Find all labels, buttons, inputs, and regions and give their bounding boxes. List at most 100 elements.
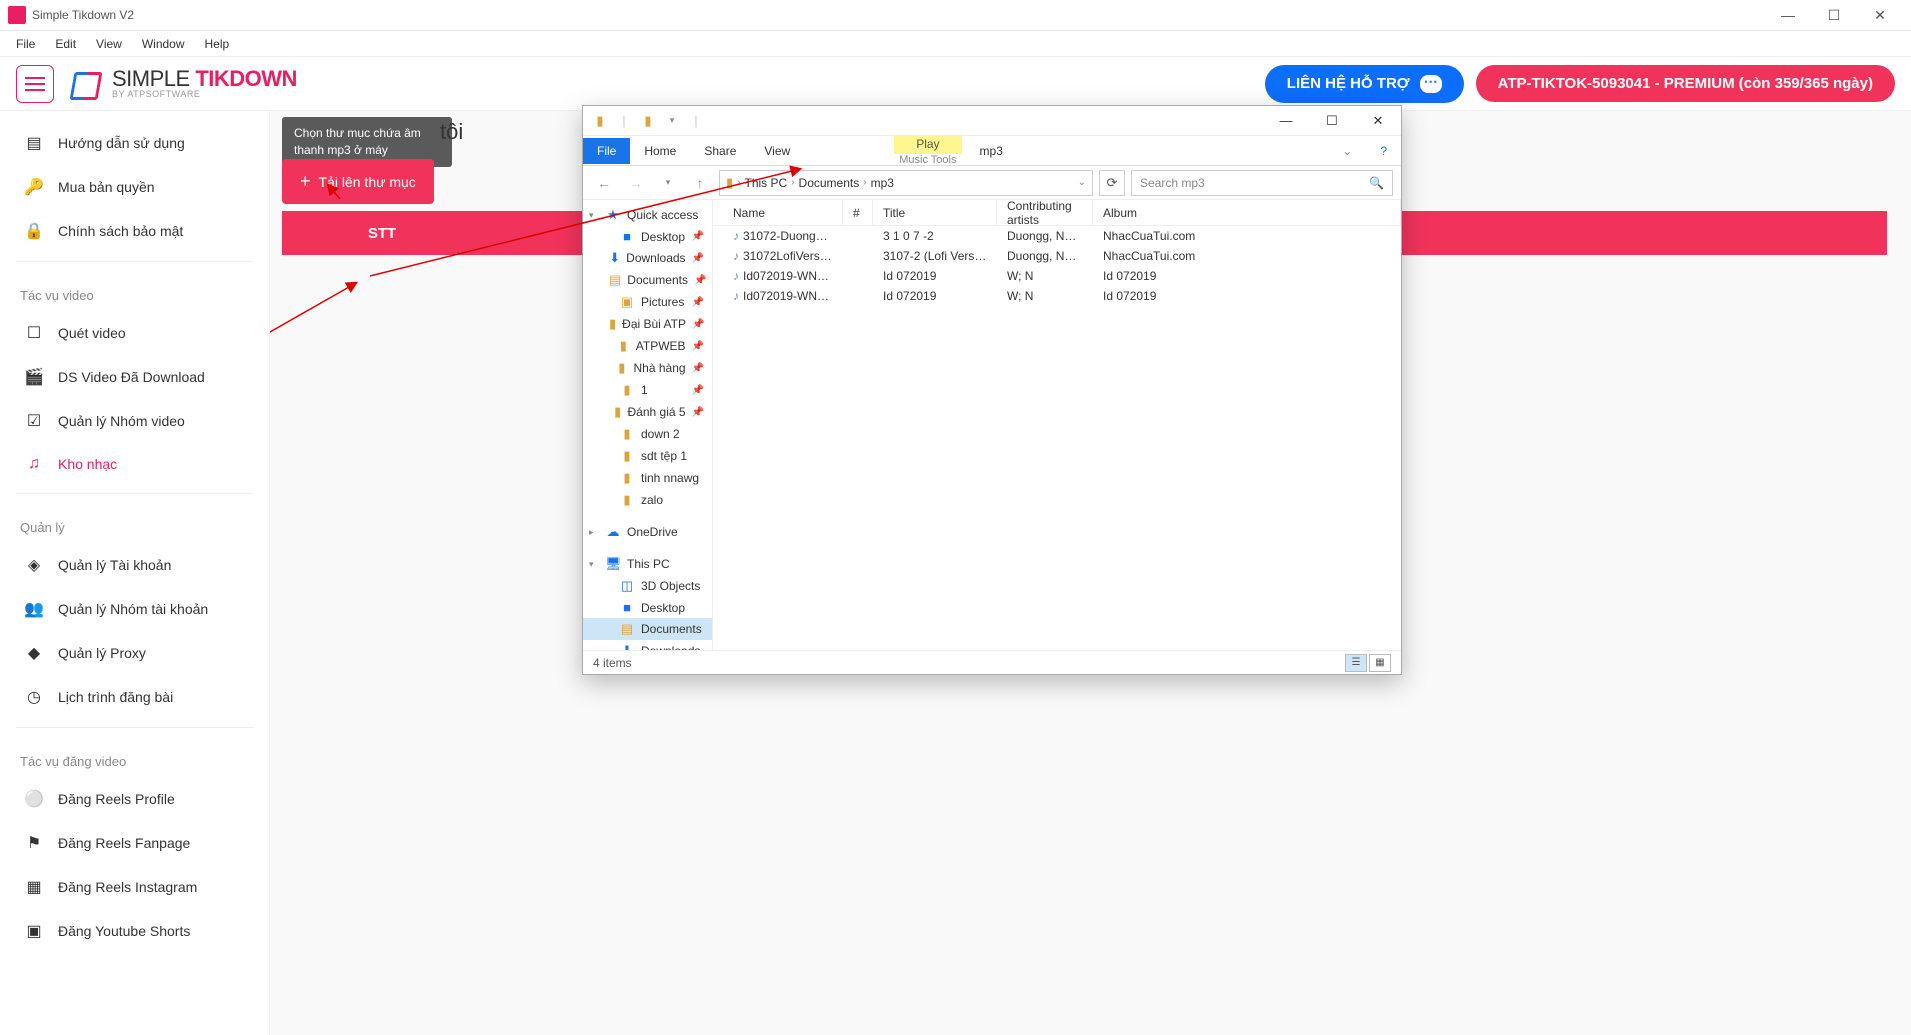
top-header: SIMPLE TIKDOWN BY ATPSOFTWARE LIÊN HỆ HỖ…: [0, 57, 1911, 111]
col-artist[interactable]: Contributing artists: [997, 200, 1093, 225]
sidebar-item-icon: ☐: [24, 323, 44, 343]
tree-item[interactable]: ◫3D Objects: [583, 575, 712, 597]
nav-recent-dropdown[interactable]: ▾: [655, 170, 681, 196]
col-title[interactable]: Title: [873, 200, 997, 225]
tree-item[interactable]: ▮ATPWEB📌: [583, 335, 712, 357]
view-details-button[interactable]: ☰: [1345, 654, 1367, 672]
menu-edit[interactable]: Edit: [47, 35, 84, 53]
ribbon-music-tools-label: Music Tools: [899, 154, 956, 166]
tree-item[interactable]: ▮sdt tệp 1: [583, 445, 712, 467]
sidebar-item[interactable]: ◈Quản lý Tài khoản: [0, 543, 269, 587]
refresh-button[interactable]: ⟳: [1099, 170, 1125, 196]
tree-item[interactable]: ▣Pictures📌: [583, 291, 712, 313]
tree-item[interactable]: ▮Đại Bùi ATP📌: [583, 313, 712, 335]
dialog-minimize-button[interactable]: —: [1263, 107, 1309, 135]
breadcrumb[interactable]: ▮› This PC› Documents› mp3 ⌄: [719, 170, 1093, 196]
tree-item[interactable]: ▮tinh nnawg: [583, 467, 712, 489]
tree-item-label: Documents: [641, 622, 702, 636]
tree-item[interactable]: ⬇Downloads: [583, 640, 712, 650]
tree-item[interactable]: ▤ Documents: [583, 618, 712, 640]
license-badge[interactable]: ATP-TIKTOK-5093041 - PREMIUM (còn 359/36…: [1476, 65, 1895, 102]
tree-item[interactable]: ▮Nhà hàng📌: [583, 357, 712, 379]
support-button[interactable]: LIÊN HỆ HỖ TRỢ: [1265, 65, 1464, 103]
sidebar-item[interactable]: ▤Hướng dẫn sử dụng: [0, 121, 269, 165]
minimize-button[interactable]: —: [1765, 0, 1811, 30]
tree-item[interactable]: ▤Documents📌: [583, 269, 712, 291]
sidebar-item[interactable]: ⚑Đăng Reels Fanpage: [0, 821, 269, 865]
tree-item[interactable]: ⬇Downloads📌: [583, 247, 712, 269]
file-row[interactable]: ♪31072-DuonggNau...3 1 0 7 -2Duongg, Nâu…: [713, 226, 1401, 246]
tree-item[interactable]: ▮zalo: [583, 489, 712, 511]
file-row[interactable]: ♪31072LofiVersion-D...3107-2 (Lofi Versi…: [713, 246, 1401, 266]
sidebar-item[interactable]: 🔑Mua bản quyền: [0, 165, 269, 209]
breadcrumb-mp3[interactable]: mp3: [871, 176, 894, 190]
sidebar-item[interactable]: ⚪Đăng Reels Profile: [0, 777, 269, 821]
tree-item[interactable]: ▸☁OneDrive: [583, 521, 712, 543]
folder-icon[interactable]: ▮: [589, 110, 611, 132]
tree-item[interactable]: ▾★Quick access: [583, 204, 712, 226]
nav-back-button[interactable]: ←: [591, 170, 617, 196]
tree-item[interactable]: ▮down 2: [583, 423, 712, 445]
tree-item[interactable]: ■Desktop: [583, 597, 712, 618]
col-name[interactable]: Name: [713, 200, 843, 225]
hamburger-menu-button[interactable]: [16, 65, 54, 103]
sidebar-item[interactable]: ◆Quản lý Proxy: [0, 631, 269, 675]
search-input[interactable]: Search mp3 🔍: [1131, 170, 1393, 196]
qat-folder-icon[interactable]: ▮: [637, 110, 659, 132]
tree-item[interactable]: ■Desktop📌: [583, 226, 712, 247]
tree-item[interactable]: ▮1📌: [583, 379, 712, 401]
folder-tree[interactable]: ▾★Quick access■Desktop📌⬇Downloads📌▤Docum…: [583, 200, 713, 650]
sidebar-item-icon: ⚪: [24, 789, 44, 809]
sidebar-item[interactable]: ☐Quét video: [0, 311, 269, 355]
col-album[interactable]: Album: [1093, 200, 1401, 225]
ribbon-music-tools[interactable]: Play Music Tools: [894, 135, 961, 166]
sidebar-item[interactable]: ☑Quản lý Nhóm video: [0, 399, 269, 443]
breadcrumb-dropdown-icon[interactable]: ⌄: [1078, 177, 1086, 188]
sidebar-item[interactable]: ◷Lịch trình đăng bài: [0, 675, 269, 719]
dialog-close-button[interactable]: ✕: [1355, 107, 1401, 135]
tree-folder-icon: ▤: [619, 621, 635, 637]
dialog-titlebar: ▮ | ▮ ▾ | — ☐ ✕: [583, 106, 1401, 136]
ribbon-help-icon[interactable]: ?: [1366, 138, 1401, 164]
sidebar-item[interactable]: 🎬DS Video Đã Download: [0, 355, 269, 399]
chat-icon: [1420, 75, 1442, 93]
col-number[interactable]: #: [843, 200, 873, 225]
tree-item-label: Nhà hàng: [634, 361, 686, 375]
nav-up-button[interactable]: ↑: [687, 170, 713, 196]
breadcrumb-documents[interactable]: Documents: [799, 176, 860, 190]
menu-view[interactable]: View: [88, 35, 130, 53]
maximize-button[interactable]: ☐: [1811, 0, 1857, 30]
sidebar-item[interactable]: ♫Kho nhạc: [0, 443, 269, 485]
tree-folder-icon: ▣: [619, 294, 635, 310]
dialog-maximize-button[interactable]: ☐: [1309, 107, 1355, 135]
breadcrumb-thispc[interactable]: This PC: [745, 176, 788, 190]
tree-item[interactable]: ▮Đánh giá 5📌: [583, 401, 712, 423]
menu-window[interactable]: Window: [134, 35, 193, 53]
qat-dropdown-icon[interactable]: ▾: [661, 110, 683, 132]
ribbon-tab-file[interactable]: File: [583, 138, 630, 164]
ribbon-tab-view[interactable]: View: [750, 138, 804, 164]
ribbon-tab-home[interactable]: Home: [630, 138, 690, 164]
file-row[interactable]: ♪Id072019-WN-1059...Id 072019W; NId 0720…: [713, 266, 1401, 286]
tree-item-label: Desktop: [641, 230, 685, 244]
nav-forward-button[interactable]: →: [623, 170, 649, 196]
file-row[interactable]: ♪Id072019-WN-1059...Id 072019W; NId 0720…: [713, 286, 1401, 306]
support-label: LIÊN HỆ HỖ TRỢ: [1287, 75, 1410, 92]
menu-file[interactable]: File: [8, 35, 43, 53]
tree-caret-icon: ▸: [589, 527, 599, 538]
upload-folder-button[interactable]: + Tải lên thư mục: [282, 159, 434, 204]
view-icons-button[interactable]: ▦: [1369, 654, 1391, 672]
sidebar-item[interactable]: 👥Quản lý Nhóm tài khoản: [0, 587, 269, 631]
search-placeholder: Search mp3: [1140, 176, 1205, 190]
ribbon-tab-share[interactable]: Share: [690, 138, 750, 164]
sidebar-item[interactable]: 🔒Chính sách bảo mật: [0, 209, 269, 253]
close-button[interactable]: ✕: [1857, 0, 1903, 30]
menu-help[interactable]: Help: [197, 35, 238, 53]
tree-item-label: Quick access: [627, 208, 698, 222]
pin-icon: 📌: [692, 297, 704, 308]
tree-folder-icon: ▮: [609, 316, 616, 332]
sidebar-item[interactable]: ▣Đăng Youtube Shorts: [0, 909, 269, 953]
tree-item[interactable]: ▾🖥This PC: [583, 553, 712, 575]
sidebar-item[interactable]: ▦Đăng Reels Instagram: [0, 865, 269, 909]
ribbon-expand-icon[interactable]: ⌄: [1328, 138, 1366, 164]
